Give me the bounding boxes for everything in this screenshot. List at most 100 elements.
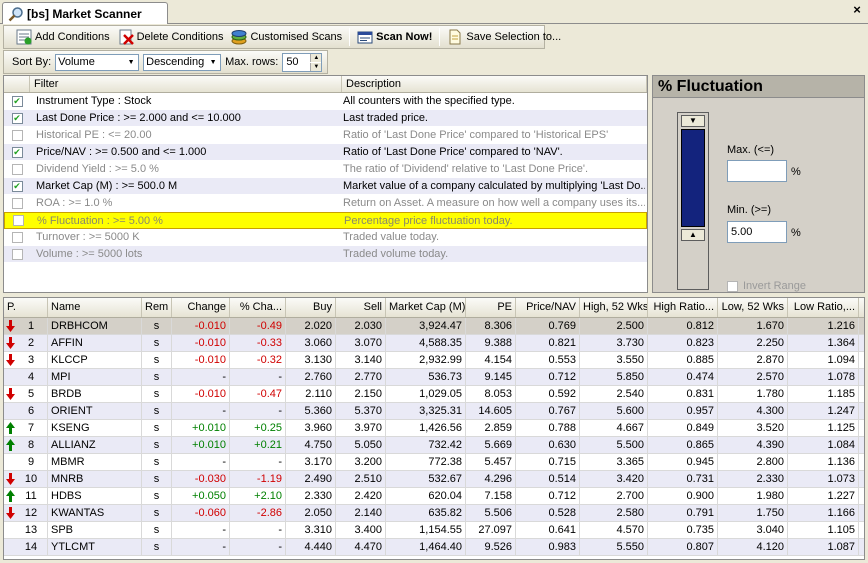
tab-market-scanner[interactable]: [bs] Market Scanner [2, 2, 168, 24]
row-position: 2 [27, 337, 35, 349]
filter-row[interactable]: Turnover : >= 5000 K Traded value today. [4, 229, 647, 246]
min-input[interactable]: 5.00 [727, 221, 787, 243]
cell-hr: 0.865 [648, 437, 718, 453]
filter-checkbox[interactable] [11, 231, 23, 243]
row-position: 10 [24, 473, 38, 485]
filter-row[interactable]: Dividend Yield : >= 5.0 % The ratio of 'D… [4, 161, 647, 178]
filter-column-header[interactable]: Filter [30, 76, 342, 92]
cell-l52: 1.670 [718, 318, 788, 334]
add-conditions-button[interactable]: Add Conditions [12, 27, 114, 47]
cell-sell: 3.200 [336, 454, 386, 470]
table-row[interactable]: 6 ORIENT s - -5.360 5.370 3,325.31 14.605 0.767 5… [4, 403, 864, 420]
cell-pe: 9.145 [466, 369, 516, 385]
cell-name: ORIENT [48, 403, 142, 419]
max-input[interactable] [727, 160, 787, 182]
cell-rem: s [142, 352, 172, 368]
filter-row[interactable]: ✔ Instrument Type : Stock All counters wit… [4, 93, 647, 110]
filter-checkbox[interactable] [12, 215, 24, 226]
scan-now-button[interactable]: Scan Now! [353, 27, 436, 47]
filter-checkbox[interactable] [11, 163, 23, 175]
column-header[interactable]: High Ratio... [648, 298, 718, 317]
column-header[interactable]: PE [466, 298, 516, 317]
filter-row[interactable]: ✔ Price/NAV : >= 0.500 and <= 1.000 Ratio … [4, 144, 647, 161]
filter-row[interactable]: ✔ Last Done Price : >= 2.000 and <= 10.00… [4, 110, 647, 127]
column-header[interactable]: Price/NAV [516, 298, 580, 317]
cell-lr: 1.073 [788, 471, 859, 487]
max-rows-stepper[interactable]: 50 ▲ ▼ [282, 52, 323, 72]
close-icon[interactable]: × [850, 2, 864, 18]
table-row[interactable]: 13 SPB s - -3.310 3.400 1,154.55 27.097 0.641 4.5… [4, 522, 864, 539]
cell-h52: 5.500 [580, 437, 648, 453]
filter-row[interactable]: ROA : >= 1.0 % Return on Asset. A measure… [4, 195, 647, 212]
table-row[interactable]: 7 KSENG s +0.010 +0.25 3.960 3.970 1,426.56 2.85… [4, 420, 864, 437]
filter-checkbox[interactable] [11, 248, 23, 260]
filter-checkbox[interactable]: ✔ [11, 146, 23, 158]
column-header[interactable]: High, 52 Wks [580, 298, 648, 317]
column-header[interactable]: P. [4, 298, 48, 317]
column-header[interactable]: Low Ratio,... [788, 298, 859, 317]
delete-conditions-button[interactable]: Delete Conditions [114, 27, 228, 47]
save-selection-button[interactable]: Save Selection to... [443, 27, 565, 47]
add-conditions-icon [16, 29, 32, 45]
table-row[interactable]: 12 KWANTAS s -0.060 -2.86 2.050 2.140 635.82 5.5… [4, 505, 864, 522]
fluctuation-range-slider[interactable]: ▼ ▲ [677, 112, 709, 290]
table-row[interactable]: 1 DRBHCOM s -0.010 -0.49 2.020 2.030 3,924.47 8.… [4, 318, 864, 335]
column-header[interactable]: Change [172, 298, 230, 317]
cell-pct: +2.10 [230, 488, 286, 504]
cell-pnav: 0.514 [516, 471, 580, 487]
column-header[interactable]: Rem [142, 298, 172, 317]
cell-chg: - [172, 369, 230, 385]
table-row[interactable]: 8 ALLIANZ s +0.010 +0.21 4.750 5.050 732.42 5.66… [4, 437, 864, 454]
invert-range-checkbox[interactable]: Invert Range [727, 280, 806, 292]
filter-checkbox[interactable] [11, 129, 23, 141]
cell-chg: +0.010 [172, 437, 230, 453]
spin-up-icon[interactable]: ▲ [310, 53, 322, 62]
sort-by-select[interactable]: Volume ▼ [55, 53, 140, 71]
table-row[interactable]: 14 YTLCMT s - -4.440 4.470 1,464.40 9.526 0.983 5… [4, 539, 864, 556]
slider-range-fill[interactable] [681, 129, 705, 227]
column-header[interactable]: Low, 52 Wks [718, 298, 788, 317]
table-row[interactable]: 5 BRDB s -0.010 -0.47 2.110 2.150 1,029.05 8.053… [4, 386, 864, 403]
cell-l52: 2.250 [718, 335, 788, 351]
cell-mcap: 732.42 [386, 437, 466, 453]
slider-down-arrow-icon[interactable]: ▼ [681, 115, 705, 127]
cell-mcap: 635.82 [386, 505, 466, 521]
description-column-header[interactable]: Description [342, 76, 647, 92]
filter-row[interactable]: Volume : >= 5000 lots Traded volume today… [4, 246, 647, 263]
cell-hr: 0.831 [648, 386, 718, 402]
cell-chg: -0.030 [172, 471, 230, 487]
cell-name: BRDB [48, 386, 142, 402]
table-row[interactable]: 3 KLCCP s -0.010 -0.32 3.130 3.140 2,932.99 4.15… [4, 352, 864, 369]
sort-order-select[interactable]: Descending ▼ [143, 53, 222, 71]
filter-checkbox[interactable]: ✔ [11, 180, 23, 192]
table-row[interactable]: 9 MBMR s - -3.170 3.200 772.38 5.457 0.715 3.365 0… [4, 454, 864, 471]
cell-sell: 3.070 [336, 335, 386, 351]
table-row[interactable]: 11 HDBS s +0.050 +2.10 2.330 2.420 620.04 7.158 0… [4, 488, 864, 505]
spin-down-icon[interactable]: ▼ [310, 62, 322, 71]
column-header[interactable]: Sell [336, 298, 386, 317]
filter-row[interactable]: ✔ Market Cap (M) : >= 500.0 M Market value… [4, 178, 647, 195]
row-position: 3 [27, 354, 35, 366]
cell-p: 1 [4, 318, 48, 334]
filter-checkbox[interactable] [11, 197, 23, 209]
column-header[interactable]: Name [48, 298, 142, 317]
table-row[interactable]: 2 AFFIN s -0.010 -0.33 3.060 3.070 4,588.35 9.38… [4, 335, 864, 352]
filter-row[interactable]: % Fluctuation : >= 5.00 % Percentage pric… [4, 212, 647, 229]
cell-sell: 2.140 [336, 505, 386, 521]
delete-conditions-icon [119, 29, 134, 45]
filter-row[interactable]: Historical PE : <= 20.00 Ratio of 'Last D… [4, 127, 647, 144]
cell-sell: 4.470 [336, 539, 386, 555]
slider-up-arrow-icon[interactable]: ▲ [681, 229, 705, 241]
table-row[interactable]: 10 MNRB s -0.030 -1.19 2.490 2.510 532.67 4.296 0… [4, 471, 864, 488]
min-unit: % [791, 227, 801, 239]
table-row[interactable]: 4 MPI s - -2.760 2.770 536.73 9.145 0.712 5.850 0.… [4, 369, 864, 386]
filter-checkbox[interactable]: ✔ [11, 112, 23, 124]
filter-checkbox-cell: ✔ [4, 180, 30, 192]
column-header[interactable]: % Cha... [230, 298, 286, 317]
column-header[interactable]: Buy [286, 298, 336, 317]
filter-checkbox[interactable]: ✔ [11, 95, 23, 107]
customised-scans-button[interactable]: Customised Scans [227, 27, 346, 47]
arrow-down-icon [6, 388, 15, 400]
column-header[interactable]: Market Cap (M) [386, 298, 466, 317]
arrow-down-icon [6, 320, 15, 332]
